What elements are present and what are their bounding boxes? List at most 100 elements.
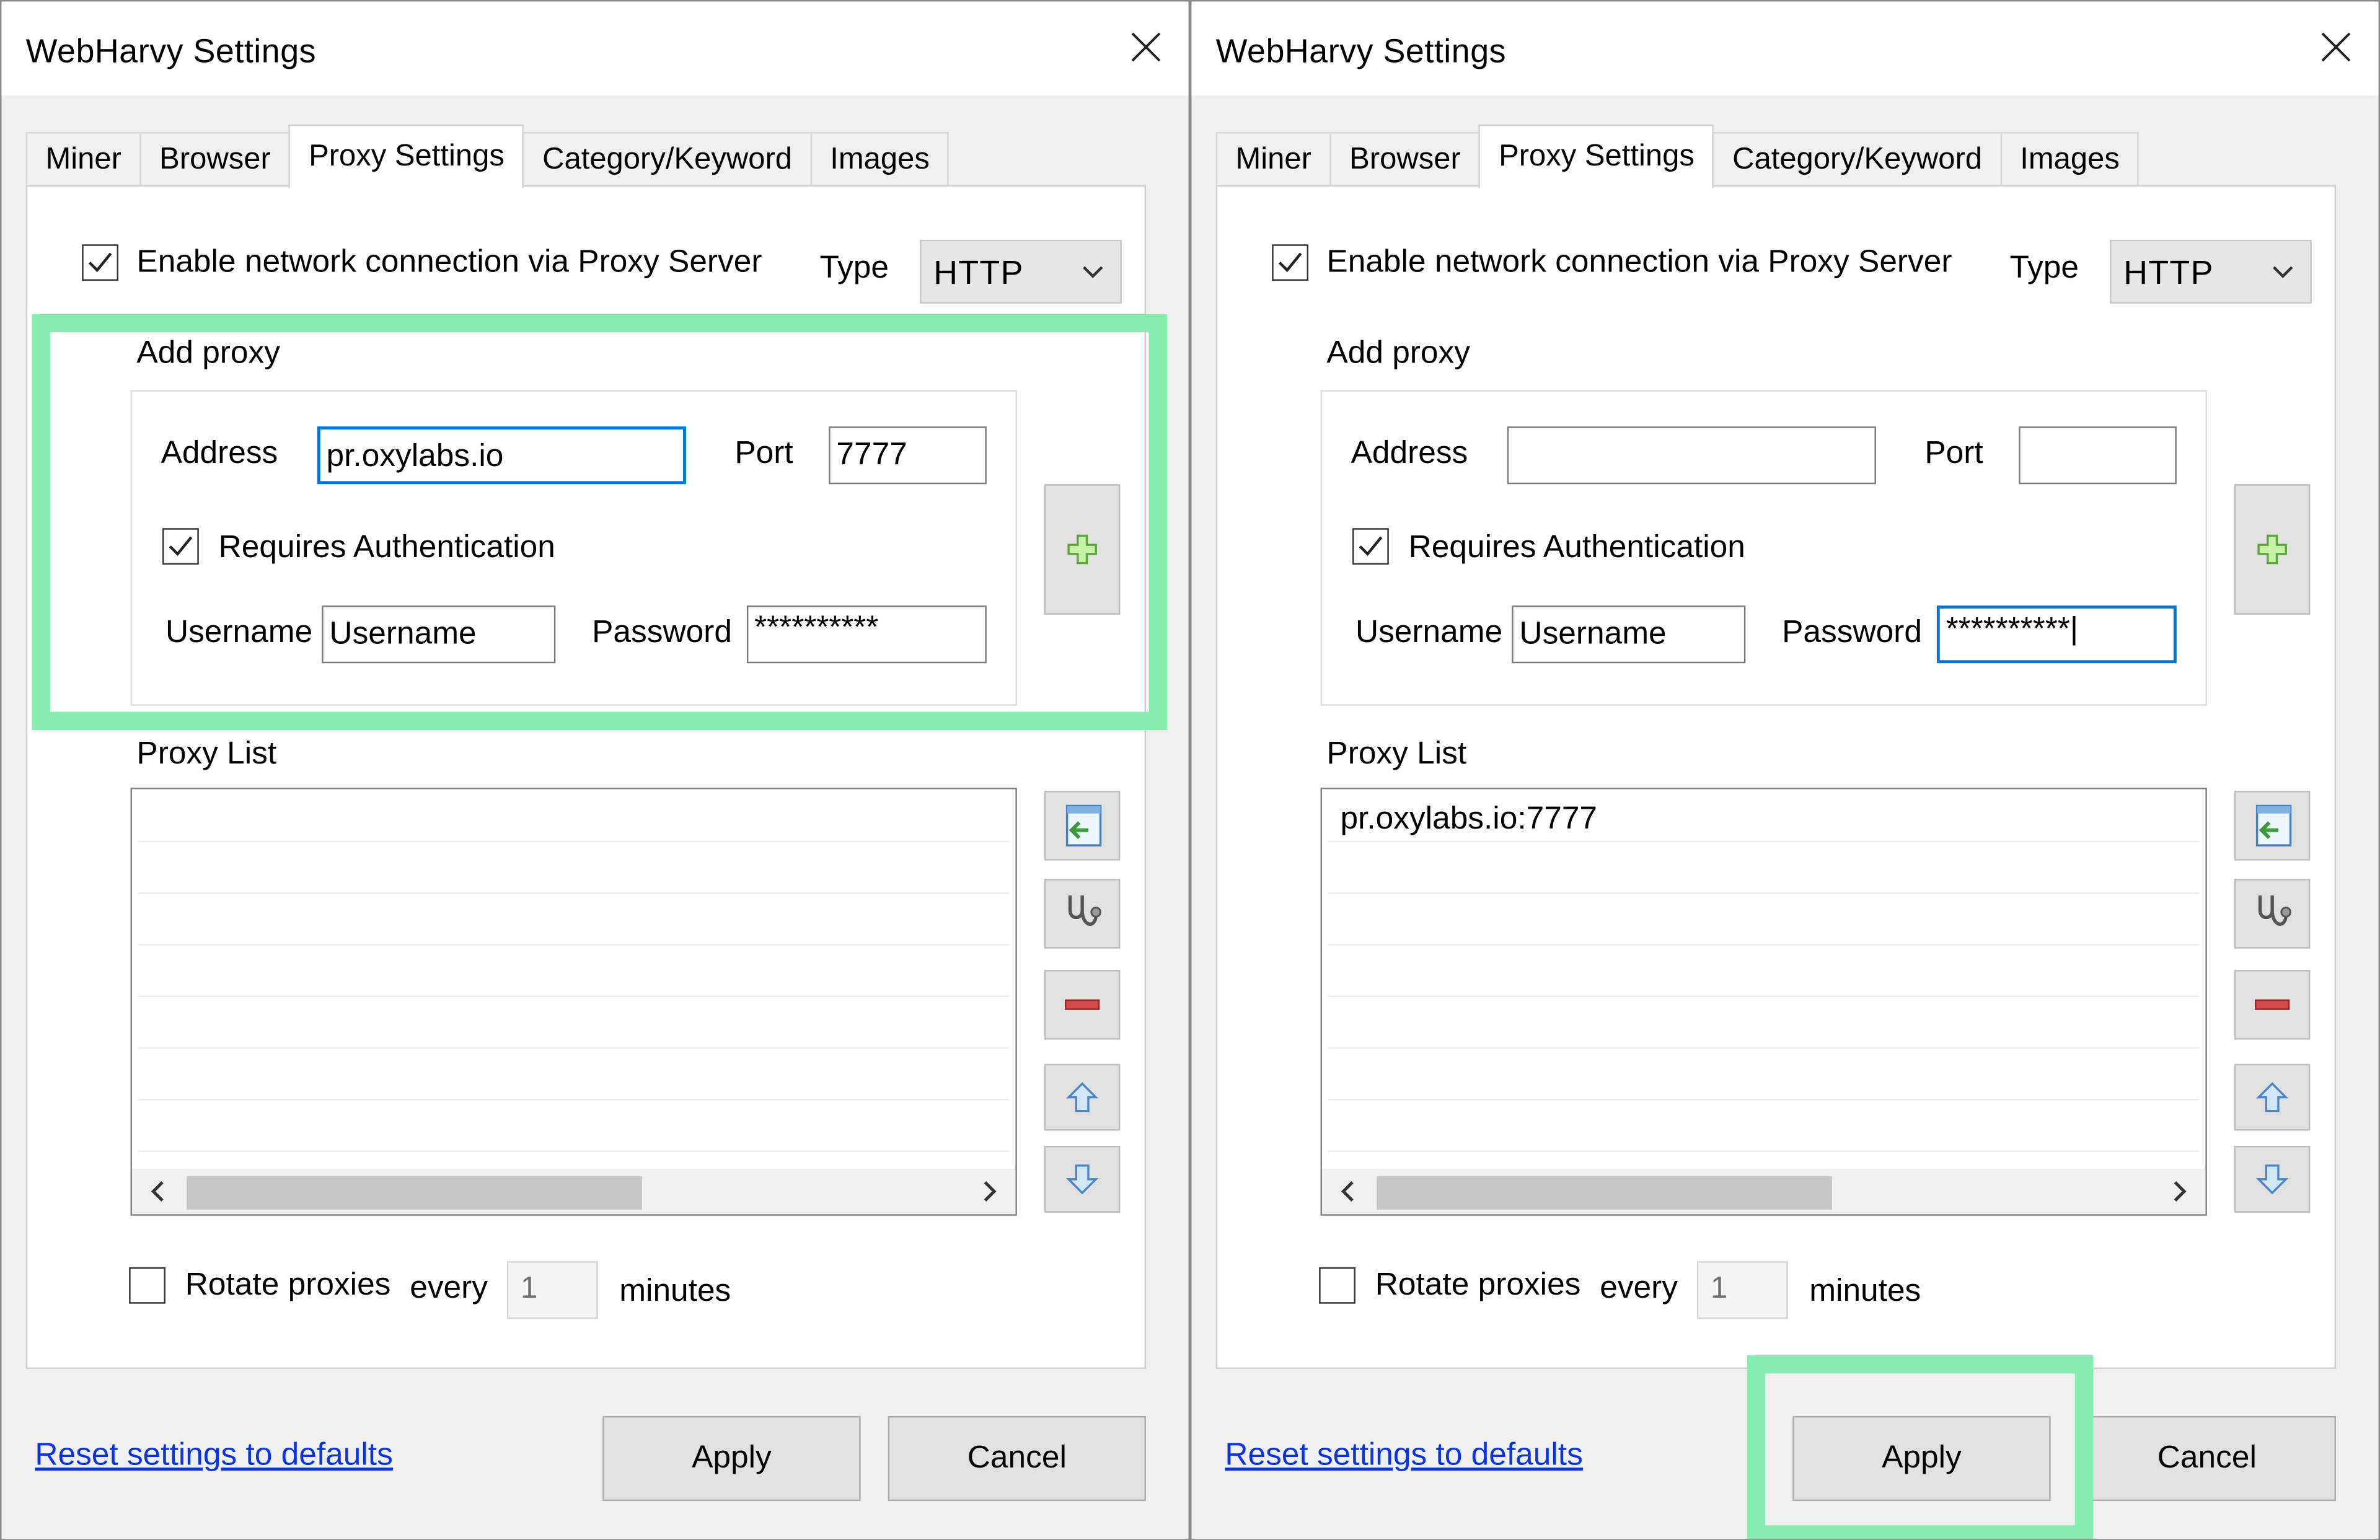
import-icon xyxy=(1065,804,1102,847)
address-input[interactable] xyxy=(1507,426,1876,485)
plus-icon xyxy=(1067,534,1097,565)
chevron-down-icon xyxy=(2273,266,2293,278)
username-label: Username xyxy=(165,614,313,650)
tab-images[interactable]: Images xyxy=(810,132,950,187)
move-up-button[interactable] xyxy=(1044,1063,1121,1131)
rotate-proxies-label: Rotate proxies xyxy=(1375,1267,1581,1303)
rotate-proxies-checkbox[interactable] xyxy=(129,1267,165,1304)
every-label: every xyxy=(1600,1270,1678,1306)
add-proxy-button[interactable] xyxy=(1044,484,1121,615)
close-button[interactable] xyxy=(2309,20,2363,74)
list-row-line xyxy=(1328,1047,2200,1049)
port-input[interactable] xyxy=(2019,426,2177,485)
tab-miner[interactable]: Miner xyxy=(25,132,141,187)
tab-images[interactable]: Images xyxy=(2000,132,2140,187)
add-proxy-label: Add proxy xyxy=(136,335,280,371)
every-label: every xyxy=(410,1270,488,1306)
arrow-up-icon xyxy=(1065,1082,1099,1112)
test-proxy-button[interactable] xyxy=(2234,878,2311,949)
horizontal-scrollbar[interactable] xyxy=(132,1168,1016,1215)
plus-icon xyxy=(2257,534,2287,565)
chevron-left-icon[interactable] xyxy=(144,1177,172,1205)
horizontal-scrollbar[interactable] xyxy=(1322,1168,2206,1215)
chevron-right-icon[interactable] xyxy=(976,1177,1003,1205)
list-row-line xyxy=(138,840,1010,843)
cancel-button[interactable]: Cancel xyxy=(888,1415,1146,1502)
apply-button[interactable]: Apply xyxy=(1792,1415,2051,1502)
checkmark-icon xyxy=(88,252,112,273)
cancel-button[interactable]: Cancel xyxy=(2078,1415,2336,1502)
add-proxy-button[interactable] xyxy=(2234,484,2311,615)
scrollbar-thumb[interactable] xyxy=(1377,1176,1832,1210)
list-item[interactable]: pr.oxylabs.io:7777 xyxy=(1340,801,1597,838)
username-input[interactable]: Username xyxy=(322,605,556,664)
requires-auth-label: Requires Authentication xyxy=(218,529,555,565)
chevron-left-icon[interactable] xyxy=(1334,1177,1362,1205)
tab-category-keyword[interactable]: Category/Keyword xyxy=(522,132,812,187)
scrollbar-thumb[interactable] xyxy=(187,1176,642,1210)
enable-proxy-label: Enable network connection via Proxy Serv… xyxy=(1326,244,1952,279)
move-up-button[interactable] xyxy=(2234,1063,2311,1131)
proxy-list-label: Proxy List xyxy=(136,736,277,772)
address-input[interactable]: pr.oxylabs.io xyxy=(317,426,686,485)
import-proxies-button[interactable] xyxy=(2234,790,2311,861)
list-row-line xyxy=(1328,995,2200,997)
tab-proxy-settings[interactable]: Proxy Settings xyxy=(1479,124,1714,188)
password-input[interactable]: ********** xyxy=(746,605,987,664)
reset-defaults-link[interactable]: Reset settings to defaults xyxy=(1225,1437,1583,1474)
tab-category-keyword[interactable]: Category/Keyword xyxy=(1712,132,2002,187)
rotate-proxies-label: Rotate proxies xyxy=(185,1267,391,1303)
close-icon xyxy=(1131,32,1161,62)
close-icon xyxy=(2321,32,2351,62)
list-row-line xyxy=(138,1150,1010,1152)
rotate-interval-input[interactable]: 1 xyxy=(1696,1261,1788,1319)
import-proxies-button[interactable] xyxy=(1044,790,1121,861)
rotate-proxies-checkbox[interactable] xyxy=(1319,1267,1355,1304)
move-down-button[interactable] xyxy=(1044,1145,1121,1213)
minus-icon xyxy=(1064,999,1100,1010)
list-row-line xyxy=(138,1047,1010,1049)
password-input[interactable]: **********| xyxy=(1936,605,2177,664)
requires-auth-checkbox[interactable] xyxy=(1352,528,1389,565)
settings-dialog-after: WebHarvy Settings Miner Browser Proxy Se… xyxy=(1190,0,2380,1540)
type-label: Type xyxy=(819,250,889,286)
window-title: WebHarvy Settings xyxy=(1215,32,1507,70)
proxy-list[interactable]: pr.oxylabs.io:7777 xyxy=(1320,788,2207,1216)
proxy-type-select[interactable]: HTTP xyxy=(2110,239,2312,304)
password-label: Password xyxy=(592,614,732,650)
proxy-type-select[interactable]: HTTP xyxy=(920,239,1122,304)
list-row-line xyxy=(138,892,1010,894)
tab-browser[interactable]: Browser xyxy=(1329,132,1481,187)
reset-defaults-link[interactable]: Reset settings to defaults xyxy=(35,1437,393,1474)
remove-proxy-button[interactable] xyxy=(1044,969,1121,1040)
enable-proxy-checkbox[interactable] xyxy=(1272,244,1309,281)
arrow-down-icon xyxy=(1065,1164,1099,1195)
settings-dialog-before: WebHarvy Settings Miner Browser Proxy Se… xyxy=(0,0,1191,1540)
import-icon xyxy=(2255,804,2292,847)
enable-proxy-checkbox[interactable] xyxy=(82,244,119,281)
username-input[interactable]: Username xyxy=(1512,605,1746,664)
test-proxy-button[interactable] xyxy=(1044,878,1121,949)
list-row-line xyxy=(138,1099,1010,1101)
tab-miner[interactable]: Miner xyxy=(1215,132,1331,187)
username-label: Username xyxy=(1355,614,1503,650)
stethoscope-icon xyxy=(1068,895,1101,926)
proxy-settings-panel: Enable network connection via Proxy Serv… xyxy=(25,185,1146,1369)
rotate-interval-input[interactable]: 1 xyxy=(506,1261,598,1319)
apply-button[interactable]: Apply xyxy=(602,1415,861,1502)
remove-proxy-button[interactable] xyxy=(2234,969,2311,1040)
port-input[interactable]: 7777 xyxy=(829,426,987,485)
requires-auth-checkbox[interactable] xyxy=(162,528,199,565)
title-bar: WebHarvy Settings xyxy=(1,1,1189,96)
proxy-settings-panel: Enable network connection via Proxy Serv… xyxy=(1215,185,2336,1369)
proxy-type-value: HTTP xyxy=(2123,253,2214,292)
chevron-right-icon[interactable] xyxy=(2166,1177,2193,1205)
tab-browser[interactable]: Browser xyxy=(139,132,291,187)
move-down-button[interactable] xyxy=(2234,1145,2311,1213)
window-title: WebHarvy Settings xyxy=(25,32,317,70)
port-label: Port xyxy=(1924,435,1983,471)
tab-proxy-settings[interactable]: Proxy Settings xyxy=(289,124,524,188)
proxy-list[interactable] xyxy=(130,788,1017,1216)
checkmark-icon xyxy=(1278,252,1302,273)
close-button[interactable] xyxy=(1119,20,1173,74)
